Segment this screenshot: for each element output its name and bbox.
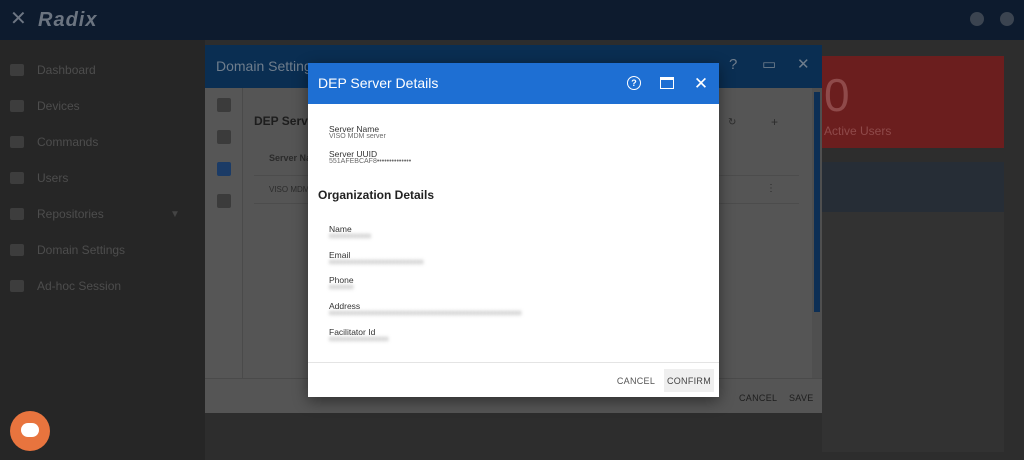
chat-icon (21, 423, 39, 437)
dep-icon[interactable] (217, 162, 231, 176)
save-button[interactable]: SAVE (789, 393, 814, 403)
sidebar-item-label: Dashboard (37, 63, 96, 77)
sidebar-item-devices[interactable]: Devices (10, 96, 80, 116)
confirm-button[interactable]: CONFIRM (664, 369, 714, 392)
refresh-icon[interactable]: ↻ (728, 117, 736, 128)
sidebar-item-label: Ad-hoc Session (37, 279, 122, 293)
scrollbar[interactable] (812, 88, 822, 378)
org-address-value-redacted: xxxxxxxxxxxxxxxxxxxxxxxxxxxxxxxxxxxxxxxx… (329, 310, 522, 317)
maximize-icon[interactable]: ▭ (762, 57, 776, 73)
sidebar-item-repositories[interactable]: Repositories ▼ (10, 204, 180, 224)
sidebar-item-users[interactable]: Users (10, 168, 68, 188)
dialog-header: DEP Server Details ? ✕ (308, 63, 719, 104)
globe-icon[interactable] (970, 12, 984, 26)
sidebar-item-domain-settings[interactable]: Domain Settings (10, 240, 125, 260)
maximize-button[interactable] (658, 74, 676, 92)
cancel-button[interactable]: CANCEL (612, 369, 660, 392)
map-panel-header (822, 162, 1004, 212)
close-button[interactable]: ✕ (692, 74, 710, 92)
facilitator-id-value-redacted: xxxxxxxxxxxxxxxxx (329, 336, 389, 343)
close-icon[interactable]: ✕ (10, 9, 27, 29)
active-users-card: 0 Active Users (822, 56, 1004, 148)
repository-icon (10, 208, 24, 220)
active-users-label: Active Users (824, 124, 892, 138)
help-button[interactable]: ? (625, 74, 643, 92)
dialog-title: DEP Server Details (318, 75, 439, 91)
org-name-value-redacted: xxxxxxxxxxxx (329, 233, 371, 240)
divider (308, 362, 719, 363)
users-icon (10, 172, 24, 184)
sidebar-item-label: Commands (37, 135, 99, 149)
help-circle-icon[interactable]: ? (729, 57, 737, 73)
shield-icon (10, 136, 24, 148)
organization-details-title: Organization Details (318, 188, 435, 202)
domain-settings-title: Domain Settings (216, 58, 319, 74)
help-circle-icon: ? (627, 76, 641, 90)
dep-server-details-dialog: DEP Server Details ? ✕ Server Name VISO … (308, 63, 719, 397)
sidebar-item-label: Users (37, 171, 69, 185)
close-icon: ✕ (693, 73, 709, 93)
chat-button[interactable] (10, 411, 50, 451)
scrollbar-thumb[interactable] (814, 92, 820, 312)
sidebar-item-label: Devices (37, 99, 80, 113)
chevron-down-icon: ▼ (170, 208, 180, 220)
table-row[interactable]: VISO MDM (269, 185, 309, 194)
sidebar: Dashboard Devices Commands Users Reposit… (0, 40, 205, 460)
column-header-server-name[interactable]: Server Na (269, 153, 311, 163)
sidebar-item-dashboard[interactable]: Dashboard (10, 60, 96, 80)
app-logo: Radix (38, 9, 98, 31)
more-vertical-icon[interactable]: ⋮ (766, 183, 776, 194)
wifi-icon[interactable] (217, 98, 231, 112)
package-icon[interactable] (217, 194, 231, 208)
active-users-count: 0 (824, 69, 850, 121)
session-icon (10, 280, 24, 292)
cancel-button[interactable]: CANCEL (739, 393, 777, 403)
sidebar-item-label: Domain Settings (37, 243, 126, 257)
settings-icon (10, 244, 24, 256)
sidebar-item-commands[interactable]: Commands (10, 132, 98, 152)
settings-rail (205, 88, 243, 378)
add-icon[interactable]: + (771, 115, 778, 129)
dep-servers-title: DEP Serve (254, 114, 315, 128)
maximize-icon (660, 77, 674, 89)
server-name-value: VISO MDM server (329, 133, 386, 140)
server-uuid-value: 551AFEBCAF8•••••••••••••• (329, 158, 412, 165)
org-email-value-redacted: xxxxxxxxxxxxxxxxxxxxxxxxxxx (329, 259, 424, 266)
org-phone-value-redacted: xxxxxxx (329, 284, 354, 291)
sidebar-item-adhoc-session[interactable]: Ad-hoc Session (10, 276, 121, 296)
avatar[interactable] (1000, 12, 1014, 26)
dashboard-icon (10, 64, 24, 76)
devices-icon (10, 100, 24, 112)
sidebar-item-label: Repositories (37, 207, 104, 221)
top-bar: ✕ Radix (0, 0, 1024, 40)
close-icon[interactable]: ✕ (797, 57, 810, 73)
devices-icon[interactable] (217, 130, 231, 144)
